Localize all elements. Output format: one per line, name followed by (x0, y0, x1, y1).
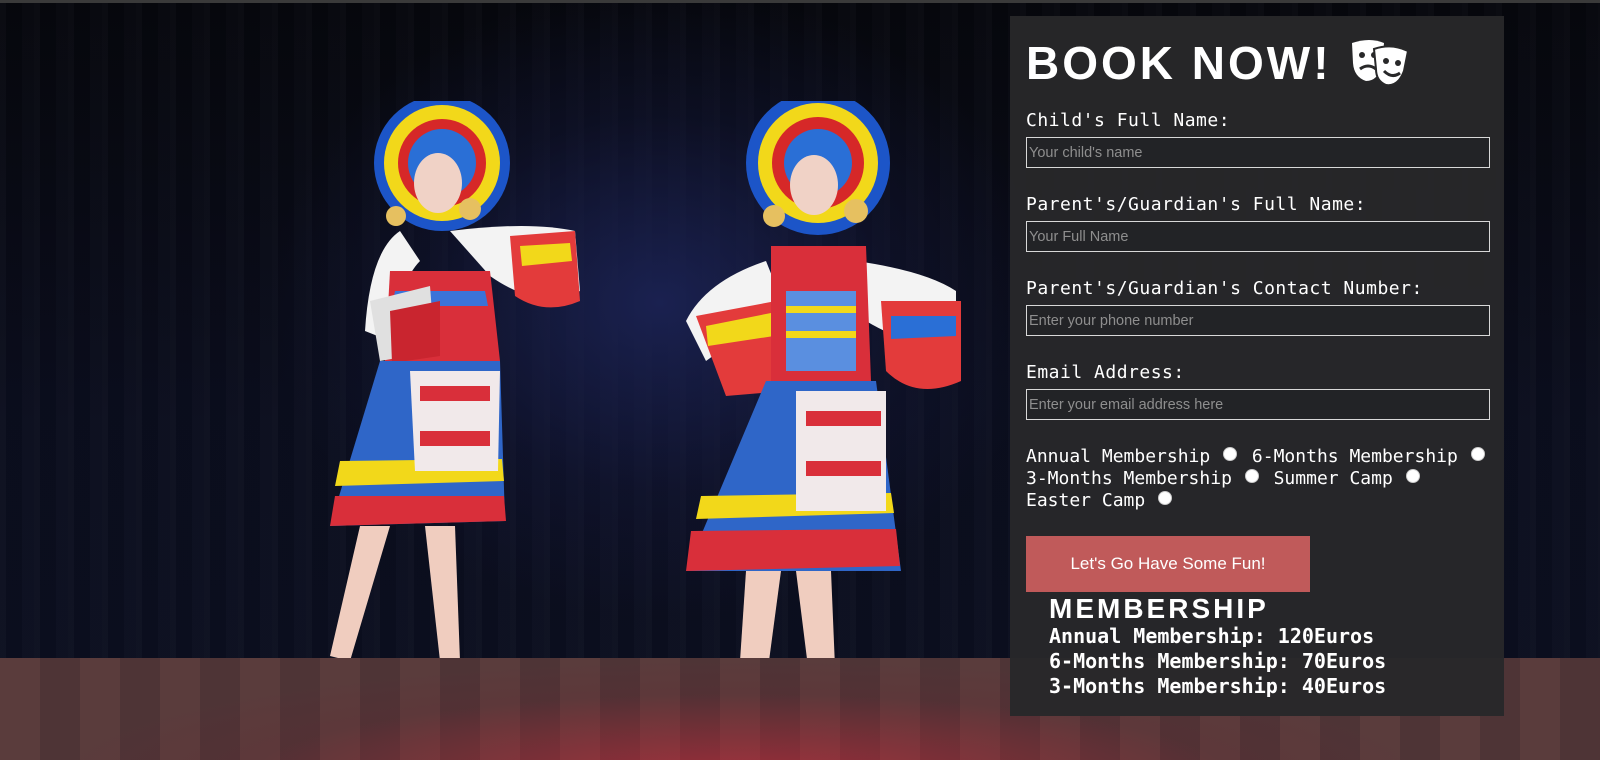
booking-form-panel: BOOK NOW! Child's Full Name: Parent's/Gu… (1010, 16, 1504, 716)
option-easter-camp-radio[interactable] (1158, 491, 1173, 505)
submit-button[interactable]: Let's Go Have Some Fun! (1026, 536, 1310, 592)
option-3-months-membership-label: 3-Months Membership (1026, 468, 1232, 489)
membership-price-3-months: 3-Months Membership: 40Euros (1049, 674, 1387, 698)
option-summer-camp-label: Summer Camp (1273, 468, 1393, 489)
membership-price-6-months: 6-Months Membership: 70Euros (1049, 649, 1387, 673)
membership-title: MEMBERSHIP (1049, 593, 1269, 624)
theater-masks-icon (1350, 37, 1410, 89)
page-title: BOOK NOW! (1026, 37, 1332, 89)
parent-name-label: Parent's/Guardian's Full Name: (1026, 194, 1367, 215)
form-header: BOOK NOW! (1026, 34, 1488, 92)
membership-prices: MEMBERSHIP Annual Membership: 120Euros 6… (1049, 594, 1488, 699)
contact-number-input[interactable] (1026, 305, 1490, 336)
option-easter-camp-label: Easter Camp (1026, 490, 1146, 511)
option-6-months-membership-label: 6-Months Membership (1251, 446, 1458, 467)
parent-name-input[interactable] (1026, 221, 1490, 252)
option-annual-membership-label: Annual Membership (1026, 446, 1211, 467)
child-name-label: Child's Full Name: (1026, 110, 1231, 131)
option-annual-membership-radio[interactable] (1223, 447, 1238, 461)
option-summer-camp-radio[interactable] (1405, 469, 1420, 483)
membership-options: Annual Membership 6-Months Membership 3-… (1026, 446, 1496, 512)
email-label: Email Address: (1026, 362, 1185, 383)
option-6-months-membership-radio[interactable] (1470, 447, 1485, 461)
membership-price-annual: Annual Membership: 120Euros (1049, 624, 1375, 648)
child-name-input[interactable] (1026, 137, 1490, 168)
email-input[interactable] (1026, 389, 1490, 420)
contact-number-label: Parent's/Guardian's Contact Number: (1026, 278, 1423, 299)
option-3-months-membership-radio[interactable] (1244, 469, 1259, 483)
